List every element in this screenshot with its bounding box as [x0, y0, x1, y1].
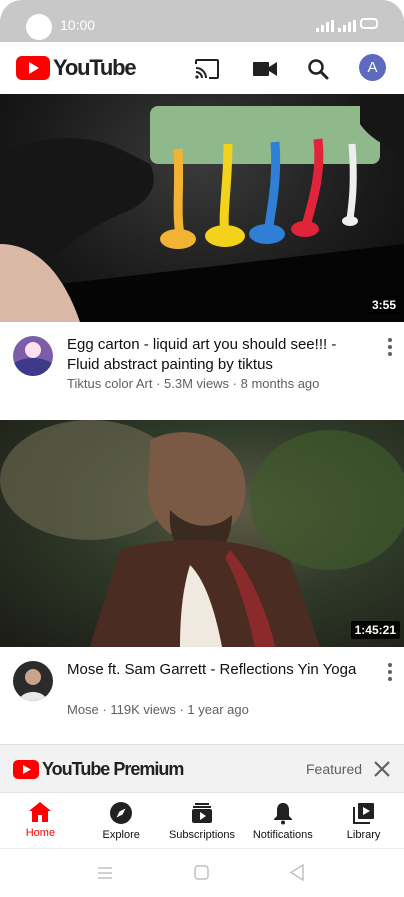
video-duration: 1:45:21: [350, 621, 400, 639]
video-duration: 3:55: [367, 296, 400, 314]
cast-icon[interactable]: [192, 54, 222, 84]
video-camera-icon[interactable]: [250, 54, 280, 84]
camera-cutout: [26, 14, 52, 40]
close-icon[interactable]: [370, 757, 394, 781]
premium-banner[interactable]: YouTube Premium Featured: [0, 744, 404, 792]
nav-item-explore[interactable]: Explore: [81, 793, 162, 848]
home-square-icon[interactable]: [194, 865, 209, 880]
nav-label-explore: Explore: [102, 829, 140, 841]
compass-icon: [110, 802, 133, 824]
status-bar: 10:00: [0, 0, 404, 42]
video-subtitle: Mose · 119K views · 1 year ago: [67, 702, 249, 717]
video-title[interactable]: Egg carton - liquid art you should see!!…: [67, 335, 367, 375]
video-subtitle: Tiktus color Art · 5.3M views · 8 months…: [67, 376, 320, 391]
app-bar: YouTube A: [0, 42, 404, 94]
status-time: 10:00: [60, 17, 96, 33]
portrait-thumbnail-art: [0, 420, 404, 647]
premium-logo-text: YouTube Premium: [42, 759, 184, 779]
bottom-navigation: Home Explore Subscriptions Notifications…: [0, 792, 404, 848]
library-icon: [352, 803, 374, 824]
home-icon: [29, 802, 52, 822]
menu-icon[interactable]: [97, 866, 113, 880]
system-navigation-bar: [0, 848, 404, 897]
video-thumbnail[interactable]: 3:55: [0, 94, 404, 322]
battery-icon: [360, 18, 378, 29]
nav-label-library: Library: [346, 829, 381, 841]
signal-icon: [316, 20, 334, 32]
logo-text: YouTube: [53, 55, 137, 80]
nav-label-subscriptions: Subscriptions: [168, 829, 236, 841]
back-triangle-icon[interactable]: [289, 864, 305, 881]
youtube-play-icon: [13, 760, 39, 779]
youtube-play-icon: [16, 56, 50, 80]
nav-item-library[interactable]: Library: [323, 793, 404, 848]
featured-label: Featured: [306, 761, 363, 777]
nav-item-notifications[interactable]: Notifications: [242, 793, 323, 848]
more-options-icon[interactable]: [380, 663, 400, 683]
search-icon[interactable]: [303, 54, 333, 84]
account-avatar[interactable]: A: [359, 54, 386, 81]
nav-item-subscriptions[interactable]: Subscriptions: [162, 793, 243, 848]
nav-label-notifications: Notifications: [252, 829, 313, 841]
video-meta[interactable]: Egg carton - liquid art you should see!!…: [0, 322, 404, 402]
youtube-logo[interactable]: YouTube: [16, 55, 137, 81]
video-meta[interactable]: Mose ft. Sam Garrett - Reflections Yin Y…: [0, 647, 404, 727]
more-options-icon[interactable]: [380, 338, 400, 358]
wifi-signal-icon: [338, 20, 356, 32]
video-title[interactable]: Mose ft. Sam Garrett - Reflections Yin Y…: [67, 660, 367, 680]
bell-icon: [273, 803, 292, 825]
channel-avatar[interactable]: [13, 661, 53, 701]
video-thumbnail[interactable]: 1:45:21: [0, 420, 404, 647]
paint-pour-thumbnail-art: [0, 94, 404, 322]
subscriptions-icon: [191, 803, 212, 823]
channel-avatar[interactable]: [13, 336, 53, 376]
nav-item-home[interactable]: Home: [0, 793, 81, 848]
nav-label-home: Home: [25, 827, 56, 839]
youtube-premium-logo: YouTube Premium: [13, 759, 184, 780]
